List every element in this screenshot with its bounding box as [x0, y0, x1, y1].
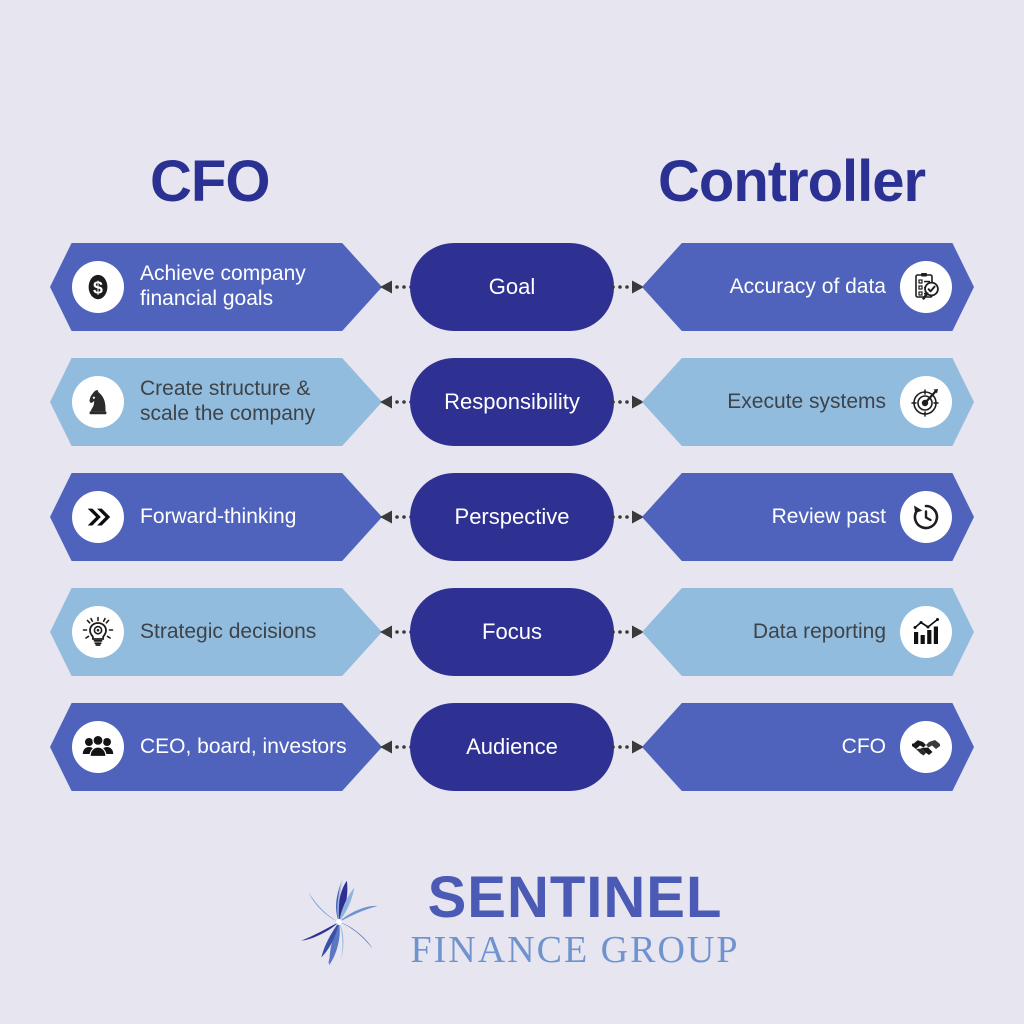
- category-pill-responsibility[interactable]: Responsibility: [410, 358, 614, 446]
- controller-label-focus: Data reporting: [752, 619, 886, 643]
- arrow-to-cfo-focus: [380, 625, 413, 639]
- handshake-icon: [900, 721, 952, 773]
- category-pill-audience[interactable]: Audience: [410, 703, 614, 791]
- brand-name: SENTINEL: [427, 865, 723, 931]
- category-label-goal: Goal: [488, 274, 536, 299]
- cfo-label-perspective: Forward-thinking: [140, 504, 297, 528]
- clock-rewind-icon: [900, 491, 952, 543]
- controller-label-audience: CFO: [841, 734, 886, 758]
- svg-text:$: $: [93, 278, 103, 298]
- controller-bar-audience[interactable]: CFO: [642, 703, 974, 791]
- cfo-bar-responsibility[interactable]: Create structure & scale the company: [50, 358, 382, 446]
- clipboard-check-magnifier-icon: [900, 261, 952, 313]
- comparison-row-audience: CEO, board, investors Audience CFO: [0, 703, 1024, 791]
- people-group-icon: [72, 721, 124, 773]
- arrow-to-controller-responsibility: [611, 395, 644, 409]
- bar-chart-trend-icon: [900, 606, 952, 658]
- cfo-bar-audience[interactable]: CEO, board, investors: [50, 703, 382, 791]
- target-dart-icon: [900, 376, 952, 428]
- controller-label-responsibility: Execute systems: [727, 389, 886, 413]
- comparison-row-focus: Strategic decisions Focus Data reporting: [0, 588, 1024, 676]
- lightbulb-gear-icon: [72, 606, 124, 658]
- comparison-row-responsibility: Create structure & scale the company Res…: [0, 358, 1024, 446]
- category-label-perspective: Perspective: [454, 504, 570, 529]
- category-label-audience: Audience: [466, 734, 558, 759]
- category-pill-focus[interactable]: Focus: [410, 588, 614, 676]
- double-chevron-right-icon: [72, 491, 124, 543]
- cfo-label-focus: Strategic decisions: [140, 619, 317, 643]
- controller-bar-responsibility[interactable]: Execute systems: [642, 358, 974, 446]
- arrow-to-cfo-audience: [380, 740, 413, 754]
- page-title-cfo: CFO: [150, 149, 270, 214]
- comparison-row-goal: $ Achieve company financial goals Goal A…: [0, 243, 1024, 331]
- arrow-to-cfo-goal: [380, 280, 413, 294]
- controller-bar-goal[interactable]: Accuracy of data: [642, 243, 974, 331]
- arrow-to-controller-focus: [611, 625, 644, 639]
- arrow-to-controller-goal: [611, 280, 644, 294]
- arrow-to-cfo-responsibility: [380, 395, 413, 409]
- category-label-focus: Focus: [482, 619, 542, 644]
- controller-bar-perspective[interactable]: Review past: [642, 473, 974, 561]
- page-title-controller: Controller: [658, 149, 926, 214]
- comparison-row-perspective: Forward-thinking Perspective Review past: [0, 473, 1024, 561]
- category-label-responsibility: Responsibility: [444, 389, 580, 414]
- cfo-bar-perspective[interactable]: Forward-thinking: [50, 473, 382, 561]
- category-pill-perspective[interactable]: Perspective: [410, 473, 614, 561]
- chess-knight-icon: [72, 376, 124, 428]
- dollar-sign-icon: $: [72, 261, 124, 313]
- brand-subtitle: FINANCE GROUP: [410, 929, 740, 972]
- category-pill-goal[interactable]: Goal: [410, 243, 614, 331]
- cfo-bar-focus[interactable]: Strategic decisions: [50, 588, 382, 676]
- arrow-to-controller-audience: [611, 740, 644, 754]
- controller-bar-focus[interactable]: Data reporting: [642, 588, 974, 676]
- cfo-bar-goal[interactable]: $ Achieve company financial goals: [50, 243, 382, 331]
- brand-logo: SENTINEL FINANCE GROUP: [0, 868, 1024, 976]
- cfo-label-audience: CEO, board, investors: [140, 734, 347, 758]
- flower-burst-icon: [300, 879, 377, 966]
- controller-label-goal: Accuracy of data: [729, 274, 886, 298]
- cfo-label-goal: Achieve company financial goals: [140, 262, 306, 310]
- infographic-canvas: CFO Controller $ Achieve company financi…: [0, 0, 1024, 1024]
- controller-label-perspective: Review past: [771, 504, 886, 528]
- arrow-to-controller-perspective: [611, 510, 644, 524]
- cfo-label-responsibility: Create structure & scale the company: [140, 377, 316, 425]
- arrow-to-cfo-perspective: [380, 510, 413, 524]
